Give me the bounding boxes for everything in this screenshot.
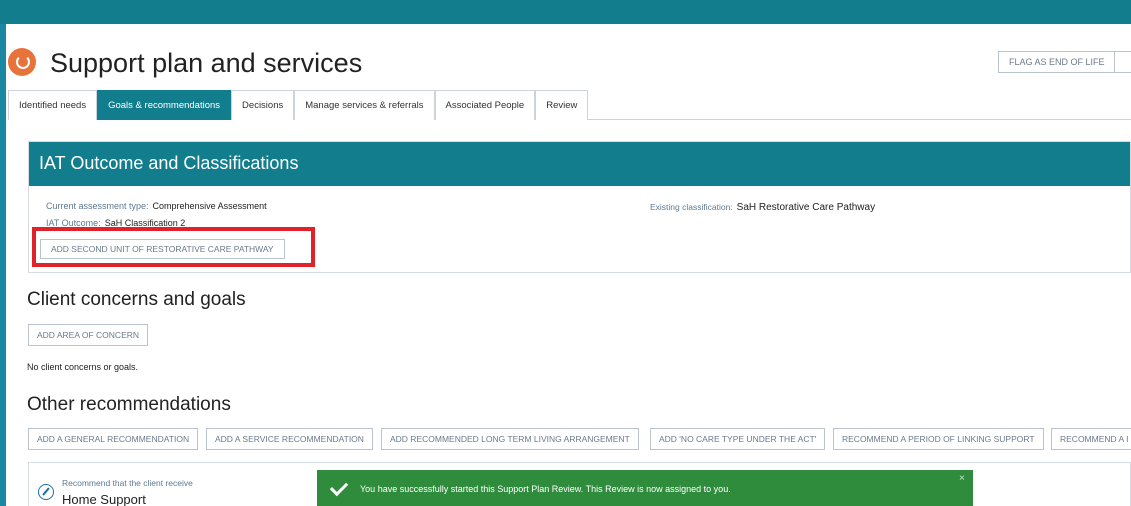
support-plan-icon <box>8 48 36 76</box>
iat-panel-header: IAT Outcome and Classifications <box>29 142 1130 186</box>
check-icon <box>329 477 349 497</box>
existing-classification-value: SaH Restorative Care Pathway <box>736 202 876 213</box>
top-bar <box>0 0 1131 24</box>
other-recommendations-heading: Other recommendations <box>27 394 231 415</box>
close-icon[interactable]: × <box>959 473 965 484</box>
recommend-more-button[interactable]: RECOMMEND A I <box>1051 428 1131 450</box>
current-assessment-row: Current assessment type: Comprehensive As… <box>46 201 267 211</box>
recommendation-label: Recommend that the client receive <box>62 478 193 488</box>
add-service-recommendation-button[interactable]: ADD A SERVICE RECOMMENDATION <box>206 428 373 450</box>
recommendation-value: Home Support <box>62 492 146 506</box>
tab-associated-people[interactable]: Associated People <box>434 90 536 120</box>
toast-message: You have successfully started this Suppo… <box>360 484 731 494</box>
tab-identified-needs[interactable]: Identified needs <box>8 90 98 120</box>
tab-bar: Identified needs Goals & recommendations… <box>8 90 1131 120</box>
tab-review[interactable]: Review <box>535 90 589 120</box>
tab-goals-recommendations[interactable]: Goals & recommendations <box>97 90 232 120</box>
app-window: Support plan and services FLAG AS END OF… <box>0 0 1131 506</box>
add-no-care-type-button[interactable]: ADD 'NO CARE TYPE UNDER THE ACT' <box>650 428 826 450</box>
tab-decisions[interactable]: Decisions <box>231 90 295 120</box>
no-concerns-text: No client concerns or goals. <box>27 362 139 372</box>
iat-panel-title: IAT Outcome and Classifications <box>39 153 299 173</box>
client-concerns-heading: Client concerns and goals <box>27 289 246 310</box>
highlight-box <box>32 227 315 267</box>
left-edge-strip <box>0 24 6 506</box>
add-area-of-concern-button[interactable]: ADD AREA OF CONCERN <box>28 324 149 346</box>
page-title: Support plan and services <box>50 48 363 78</box>
success-toast: You have successfully started this Suppo… <box>317 470 973 506</box>
flag-end-of-life-button[interactable]: FLAG AS END OF LIFE <box>998 51 1116 73</box>
current-assessment-label: Current assessment type: <box>46 201 149 211</box>
existing-classification-row: Existing classification: SaH Restorative … <box>650 202 875 213</box>
add-long-term-living-button[interactable]: ADD RECOMMENDED LONG TERM LIVING ARRANGE… <box>381 428 639 450</box>
compass-icon <box>38 484 54 500</box>
header-secondary-button[interactable]: P <box>1114 51 1131 73</box>
tab-manage-services-referrals[interactable]: Manage services & referrals <box>294 90 435 120</box>
recommend-linking-support-button[interactable]: RECOMMEND A PERIOD OF LINKING SUPPORT <box>833 428 1044 450</box>
existing-classification-label: Existing classification: <box>650 202 733 212</box>
add-general-recommendation-button[interactable]: ADD A GENERAL RECOMMENDATION <box>28 428 199 450</box>
current-assessment-value: Comprehensive Assessment <box>152 201 267 211</box>
